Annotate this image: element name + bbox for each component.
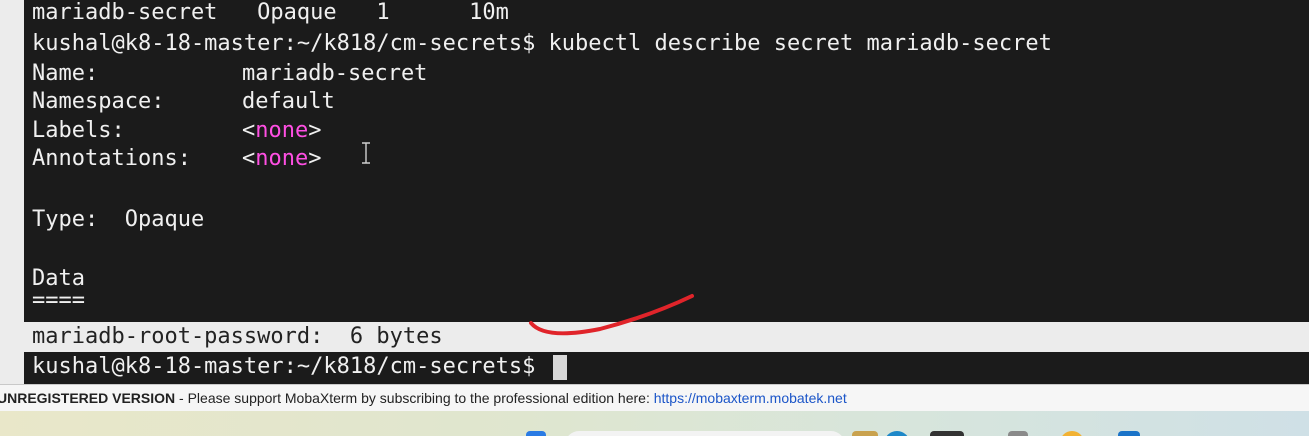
start-icon[interactable] (526, 431, 546, 436)
search-box[interactable] (565, 431, 845, 436)
files-icon[interactable] (1008, 431, 1028, 436)
status-bar: UNREGISTERED VERSION - Please support Mo… (0, 384, 1309, 412)
terminal-window[interactable]: mariadb-secret Opaque 1 10m kushal@k8-18… (0, 0, 1309, 384)
edge-icon[interactable] (1118, 431, 1140, 436)
app-icon[interactable] (852, 431, 878, 436)
red-annotation-mark (529, 294, 694, 336)
unregistered-label: UNREGISTERED VERSION (0, 390, 176, 406)
support-message: - Please support MobaXterm by subscribin… (175, 390, 654, 406)
browser-icon[interactable] (884, 431, 910, 436)
terminal-app-icon[interactable] (930, 431, 964, 436)
windows-taskbar (0, 411, 1309, 436)
mobaxterm-link[interactable]: https://mobaxterm.mobatek.net (654, 390, 847, 406)
chrome-icon[interactable] (1060, 431, 1084, 436)
